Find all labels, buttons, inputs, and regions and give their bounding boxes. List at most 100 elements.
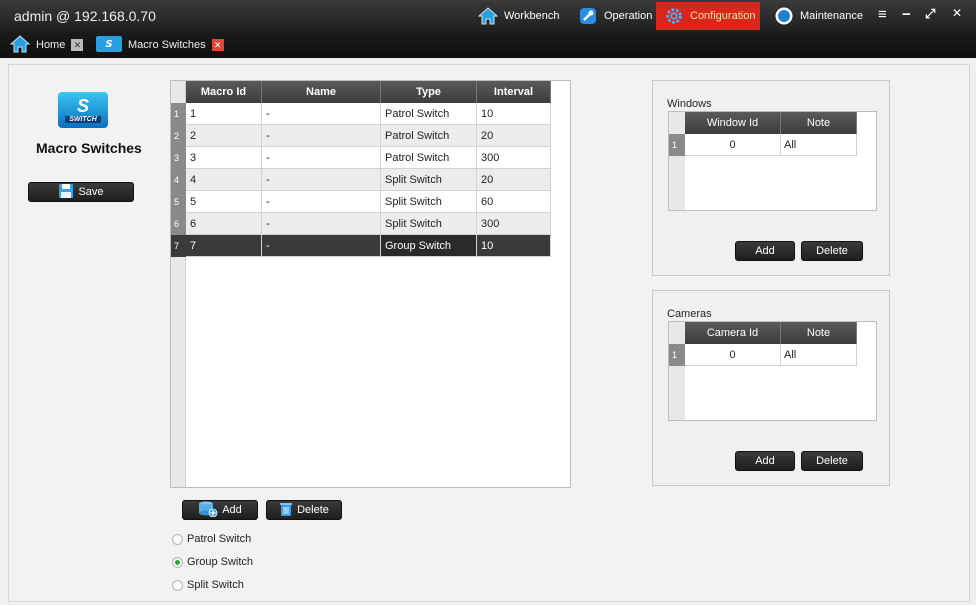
nav-maintenance[interactable]: Maintenance <box>766 2 871 30</box>
home-icon <box>9 34 31 56</box>
windows-panel: Windows Window Id Note 1 0 All Add Delet… <box>652 80 890 276</box>
cameras-table: Camera Id Note 1 0 All <box>668 321 877 421</box>
tab-macro-switches[interactable]: S Macro Switches ✕ <box>96 35 224 55</box>
switch-logo-glyph: S <box>76 96 89 116</box>
close-icon[interactable]: ✕ <box>952 6 962 20</box>
windows-add-label: Add <box>755 245 775 257</box>
windows-add-button[interactable]: Add <box>735 241 795 261</box>
cell-name[interactable]: - <box>262 169 381 191</box>
cell-interval[interactable]: 10 <box>477 103 551 125</box>
camera-id-cell[interactable]: 0 <box>685 344 781 366</box>
macro-table: Macro Id Name Type Interval 1 1- Patrol Sw… <box>170 80 571 488</box>
cell-name[interactable]: - <box>262 213 381 235</box>
tab-macro-switches-close-icon[interactable]: ✕ <box>211 39 224 51</box>
row-number: 2 <box>171 125 186 147</box>
cell-type[interactable]: Patrol Switch <box>381 103 477 125</box>
cell-type[interactable]: Split Switch <box>381 169 477 191</box>
tab-home[interactable]: Home ✕ <box>9 34 84 56</box>
cameras-add-button[interactable]: Add <box>735 451 795 471</box>
cell-name[interactable]: - <box>262 125 381 147</box>
col-header-window-id[interactable]: Window Id <box>685 112 781 134</box>
col-header-note[interactable]: Note <box>781 322 857 344</box>
table-row[interactable]: 1 1- Patrol Switch 10 <box>171 103 551 125</box>
row-number: 1 <box>669 344 685 366</box>
cell-name[interactable]: - <box>262 147 381 169</box>
cell-macro-id[interactable]: 6 <box>186 213 262 235</box>
table-row[interactable]: 6 6- Split Switch 300 <box>171 213 551 235</box>
nav-configuration-label: Configuration <box>690 10 756 22</box>
cell-name[interactable]: - <box>262 103 381 125</box>
radio-split-switch[interactable]: Split Switch <box>172 579 244 591</box>
col-header-note[interactable]: Note <box>781 112 857 134</box>
window-id-cell[interactable]: 0 <box>685 134 781 156</box>
camera-note-cell[interactable]: All <box>781 344 857 366</box>
cell-type[interactable]: Patrol Switch <box>381 147 477 169</box>
cell-name[interactable]: - <box>262 235 381 257</box>
floppy-disk-icon <box>58 183 74 202</box>
save-button[interactable]: Save <box>28 182 134 202</box>
app-title: admin @ 192.168.0.70 <box>14 8 156 24</box>
add-macro-button[interactable]: Add <box>182 500 258 520</box>
gear-icon <box>664 6 684 26</box>
tab-home-close-icon[interactable]: ✕ <box>71 39 84 51</box>
tab-strip: Home ✕ S Macro Switches ✕ <box>0 32 976 58</box>
cell-macro-id[interactable]: 5 <box>186 191 262 213</box>
col-header-interval[interactable]: Interval <box>477 81 551 103</box>
minimize-icon[interactable]: − <box>902 6 911 23</box>
nav-workbench-label: Workbench <box>504 10 560 22</box>
row-number: 7 <box>171 235 186 257</box>
cameras-panel: Cameras Camera Id Note 1 0 All Add Delet… <box>652 290 890 486</box>
cell-interval[interactable]: 10 <box>477 235 551 257</box>
cell-macro-id[interactable]: 4 <box>186 169 262 191</box>
title-bar: admin @ 192.168.0.70 Workbench Operation… <box>0 0 976 32</box>
col-header-macro-id[interactable]: Macro Id <box>186 81 262 103</box>
radio-dot <box>172 579 183 591</box>
cell-type[interactable]: Group Switch <box>381 235 477 257</box>
window-note-cell[interactable]: All <box>781 134 857 156</box>
nav-workbench[interactable]: Workbench <box>470 2 567 30</box>
nav-maintenance-label: Maintenance <box>800 10 863 22</box>
table-row[interactable]: 3 3- Patrol Switch 300 <box>171 147 551 169</box>
radio-group-switch[interactable]: Group Switch <box>172 556 253 568</box>
cell-macro-id[interactable]: 2 <box>186 125 262 147</box>
cell-type[interactable]: Split Switch <box>381 191 477 213</box>
switch-logo: S SWITCH <box>58 92 108 128</box>
cell-interval[interactable]: 300 <box>477 213 551 235</box>
windows-delete-button[interactable]: Delete <box>801 241 863 261</box>
nav-configuration[interactable]: Configuration <box>656 2 760 30</box>
cell-interval[interactable]: 20 <box>477 169 551 191</box>
row-number: 1 <box>171 103 186 125</box>
cell-macro-id[interactable]: 3 <box>186 147 262 169</box>
nav-operation[interactable]: Operation <box>570 2 660 30</box>
circle-icon <box>774 6 794 26</box>
delete-macro-button[interactable]: Delete <box>266 500 342 520</box>
table-row[interactable]: 4 4- Split Switch 20 <box>171 169 551 191</box>
cell-type[interactable]: Split Switch <box>381 213 477 235</box>
col-header-type[interactable]: Type <box>381 81 477 103</box>
menu-icon[interactable]: ≡ <box>878 6 887 23</box>
col-header-camera-id[interactable]: Camera Id <box>685 322 781 344</box>
row-number: 3 <box>171 147 186 169</box>
maximize-icon[interactable]: ⤢ <box>925 6 935 22</box>
cell-interval[interactable]: 20 <box>477 125 551 147</box>
table-row[interactable]: 5 5- Split Switch 60 <box>171 191 551 213</box>
cell-interval[interactable]: 60 <box>477 191 551 213</box>
cell-interval[interactable]: 300 <box>477 147 551 169</box>
radio-patrol-switch-label: Patrol Switch <box>187 533 252 545</box>
cell-name[interactable]: - <box>262 191 381 213</box>
cell-type[interactable]: Patrol Switch <box>381 125 477 147</box>
cell-macro-id[interactable]: 7 <box>186 235 262 257</box>
radio-split-switch-label: Split Switch <box>187 579 244 591</box>
windows-panel-title: Windows <box>667 98 712 110</box>
tab-home-label: Home <box>36 39 66 51</box>
tab-macro-switches-label: Macro Switches <box>128 39 206 51</box>
cell-macro-id[interactable]: 1 <box>186 103 262 125</box>
radio-patrol-switch[interactable]: Patrol Switch <box>172 533 251 545</box>
table-row[interactable]: 2 2- Patrol Switch 20 <box>171 125 551 147</box>
cameras-delete-button[interactable]: Delete <box>801 451 863 471</box>
delete-macro-label: Delete <box>297 504 329 516</box>
add-macro-label: Add <box>222 504 242 516</box>
col-header-name[interactable]: Name <box>262 81 381 103</box>
trash-icon <box>279 501 293 520</box>
table-row[interactable]: 7 7- Group Switch 10 <box>171 235 551 257</box>
